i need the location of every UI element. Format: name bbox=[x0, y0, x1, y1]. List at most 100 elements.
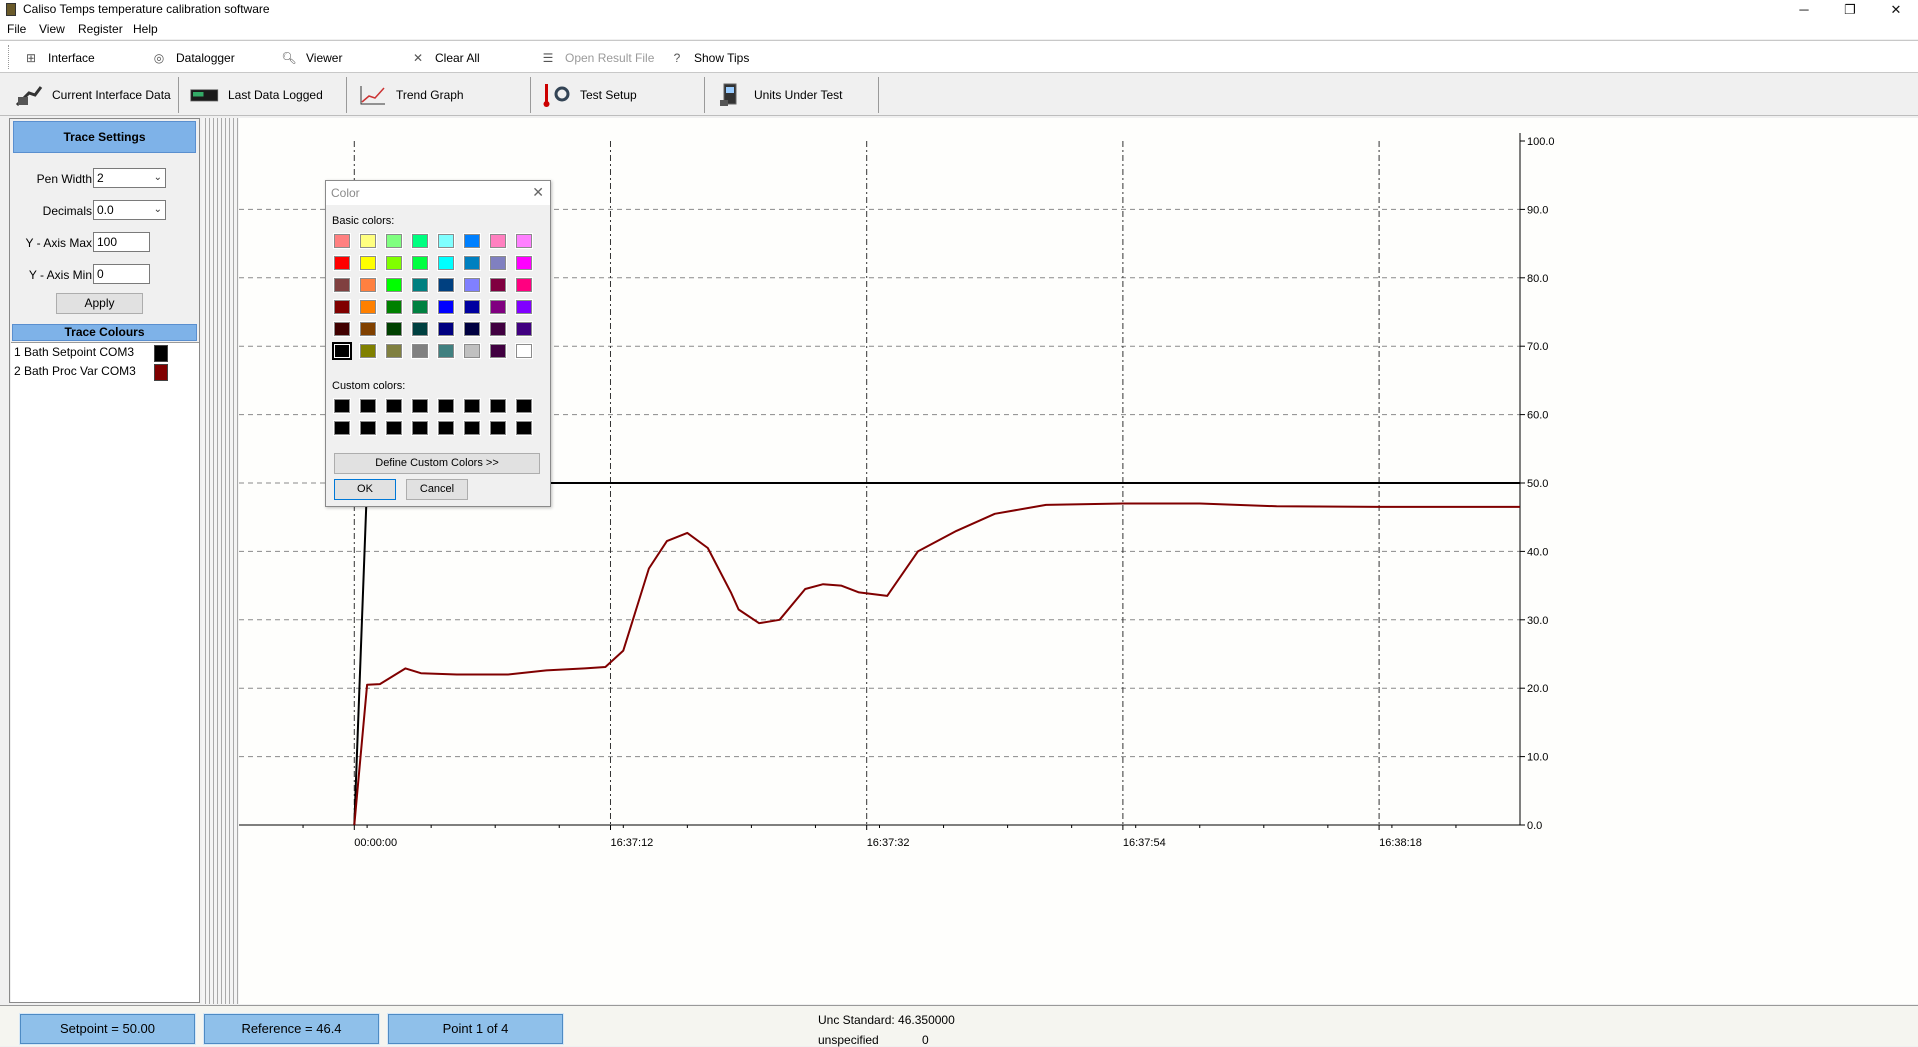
clear-all-button[interactable]: ✕ Clear All bbox=[409, 47, 480, 69]
color-swatch[interactable] bbox=[515, 420, 533, 436]
color-swatch[interactable] bbox=[333, 233, 351, 249]
trace-row-setpoint[interactable]: 1 Bath Setpoint COM3 bbox=[13, 344, 197, 363]
color-swatch[interactable] bbox=[359, 398, 377, 414]
color-swatch[interactable] bbox=[489, 277, 507, 293]
point-status: Point 1 of 4 bbox=[387, 1013, 564, 1045]
color-swatch[interactable] bbox=[411, 233, 429, 249]
color-swatch[interactable] bbox=[515, 233, 533, 249]
color-swatch[interactable] bbox=[411, 420, 429, 436]
color-swatch[interactable] bbox=[437, 321, 455, 337]
color-swatch[interactable] bbox=[437, 233, 455, 249]
pen-width-select[interactable]: 2 ⌄ bbox=[93, 168, 166, 188]
color-swatch[interactable] bbox=[411, 299, 429, 315]
open-result-file-button[interactable]: ☰ Open Result File bbox=[539, 47, 655, 69]
color-swatch[interactable] bbox=[359, 255, 377, 271]
y-axis-min-input[interactable]: 0 bbox=[93, 264, 150, 284]
close-icon[interactable]: ✕ bbox=[532, 184, 544, 201]
color-swatch[interactable] bbox=[489, 398, 507, 414]
panel-splitter[interactable] bbox=[202, 118, 239, 1004]
color-swatch[interactable] bbox=[359, 321, 377, 337]
color-swatch[interactable] bbox=[437, 255, 455, 271]
datalogger-button[interactable]: ◎ Datalogger bbox=[150, 47, 235, 69]
color-swatch[interactable] bbox=[359, 420, 377, 436]
color-swatch[interactable] bbox=[385, 277, 403, 293]
color-swatch[interactable] bbox=[515, 398, 533, 414]
color-swatch[interactable] bbox=[333, 321, 351, 337]
menu-help[interactable]: Help bbox=[133, 22, 158, 36]
color-swatch[interactable] bbox=[333, 299, 351, 315]
color-swatch[interactable] bbox=[437, 343, 455, 359]
color-swatch[interactable] bbox=[333, 255, 351, 271]
menu-view[interactable]: View bbox=[39, 22, 65, 36]
color-swatch[interactable] bbox=[515, 299, 533, 315]
x-tick-label: 16:38:18 bbox=[1379, 837, 1422, 849]
color-swatch[interactable] bbox=[385, 233, 403, 249]
color-swatch[interactable] bbox=[515, 255, 533, 271]
color-swatch[interactable] bbox=[515, 277, 533, 293]
color-swatch[interactable] bbox=[385, 343, 403, 359]
color-swatch[interactable] bbox=[333, 420, 351, 436]
color-swatch[interactable] bbox=[437, 398, 455, 414]
color-swatch[interactable] bbox=[437, 299, 455, 315]
color-swatch[interactable] bbox=[411, 398, 429, 414]
interface-button[interactable]: ⊞ Interface bbox=[22, 47, 95, 69]
color-swatch[interactable] bbox=[385, 255, 403, 271]
color-swatch[interactable] bbox=[489, 343, 507, 359]
color-swatch[interactable] bbox=[411, 277, 429, 293]
color-swatch[interactable] bbox=[489, 299, 507, 315]
decimals-select[interactable]: 0.0 ⌄ bbox=[93, 200, 166, 220]
color-swatch[interactable] bbox=[463, 277, 481, 293]
color-swatch[interactable] bbox=[411, 343, 429, 359]
color-swatch[interactable] bbox=[359, 299, 377, 315]
color-swatch[interactable] bbox=[515, 321, 533, 337]
tab-current-interface-data[interactable]: Current Interface Data bbox=[4, 77, 179, 113]
color-swatch[interactable] bbox=[359, 343, 377, 359]
color-swatch[interactable] bbox=[463, 420, 481, 436]
color-swatch[interactable] bbox=[333, 277, 351, 293]
tab-test-setup[interactable]: Test Setup bbox=[532, 77, 705, 113]
color-swatch[interactable] bbox=[332, 342, 352, 360]
color-swatch[interactable] bbox=[463, 343, 481, 359]
color-swatch[interactable] bbox=[463, 233, 481, 249]
color-swatch[interactable] bbox=[359, 277, 377, 293]
color-swatch[interactable] bbox=[385, 398, 403, 414]
color-swatch[interactable] bbox=[411, 321, 429, 337]
interface-label: Interface bbox=[48, 51, 95, 65]
menu-register[interactable]: Register bbox=[78, 22, 123, 36]
tab-units-under-test[interactable]: Units Under Test bbox=[706, 77, 879, 113]
define-custom-colors-button[interactable]: Define Custom Colors >> bbox=[334, 453, 540, 474]
color-swatch[interactable] bbox=[515, 343, 533, 359]
trace-row-proc-var[interactable]: 2 Bath Proc Var COM3 bbox=[13, 363, 197, 382]
y-axis-max-input[interactable]: 100 bbox=[93, 232, 150, 252]
color-swatch[interactable] bbox=[489, 233, 507, 249]
color-swatch[interactable] bbox=[359, 233, 377, 249]
trace-color-swatch[interactable] bbox=[154, 345, 168, 362]
menu-file[interactable]: File bbox=[7, 22, 26, 36]
trace-colours-list: 1 Bath Setpoint COM3 2 Bath Proc Var COM… bbox=[11, 342, 199, 1002]
color-swatch[interactable] bbox=[463, 299, 481, 315]
show-tips-button[interactable]: ? Show Tips bbox=[668, 47, 750, 69]
color-swatch[interactable] bbox=[489, 420, 507, 436]
color-swatch[interactable] bbox=[463, 321, 481, 337]
color-swatch[interactable] bbox=[411, 255, 429, 271]
color-swatch[interactable] bbox=[489, 321, 507, 337]
tab-last-data-logged[interactable]: Last Data Logged bbox=[180, 77, 347, 113]
ok-button[interactable]: OK bbox=[334, 479, 396, 500]
color-swatch[interactable] bbox=[463, 398, 481, 414]
color-swatch[interactable] bbox=[385, 420, 403, 436]
minimize-button[interactable]: ─ bbox=[1781, 0, 1827, 19]
color-swatch[interactable] bbox=[463, 255, 481, 271]
color-swatch[interactable] bbox=[437, 420, 455, 436]
trace-color-swatch[interactable] bbox=[154, 364, 168, 381]
color-swatch[interactable] bbox=[489, 255, 507, 271]
viewer-button[interactable]: 🔍︎ Viewer bbox=[280, 47, 342, 69]
close-button[interactable]: ✕ bbox=[1873, 0, 1918, 19]
apply-button[interactable]: Apply bbox=[56, 293, 143, 314]
color-swatch[interactable] bbox=[437, 277, 455, 293]
cancel-button[interactable]: Cancel bbox=[406, 479, 468, 500]
color-swatch[interactable] bbox=[385, 299, 403, 315]
color-swatch[interactable] bbox=[333, 398, 351, 414]
maximize-button[interactable]: ❐ bbox=[1827, 0, 1873, 19]
color-swatch[interactable] bbox=[385, 321, 403, 337]
tab-trend-graph[interactable]: Trend Graph bbox=[348, 77, 531, 113]
